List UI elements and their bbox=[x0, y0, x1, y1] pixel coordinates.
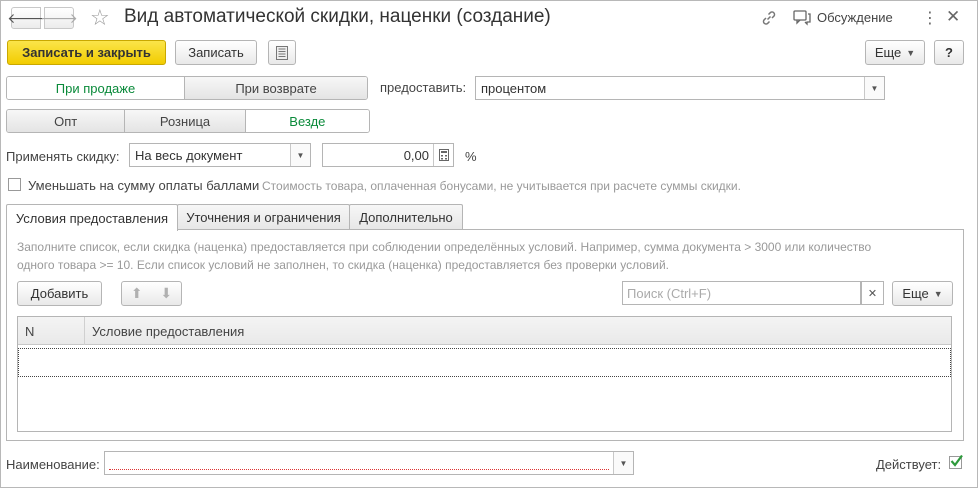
calculator-icon[interactable] bbox=[433, 144, 453, 166]
conditions-table[interactable]: N Условие предоставления bbox=[17, 316, 952, 432]
window-title: Вид автоматической скидки, наценки (созд… bbox=[124, 6, 551, 27]
arrow-right-icon: 🡒 bbox=[40, 9, 78, 26]
conditions-info-line-2: одного товара >= 10. Если список условий… bbox=[17, 258, 669, 272]
forward-button[interactable]: 🡒 bbox=[40, 7, 78, 29]
tab-refinements[interactable]: Уточнения и ограничения bbox=[177, 204, 350, 230]
provide-select[interactable]: процентом ▼ bbox=[475, 76, 885, 100]
apply-discount-select[interactable]: На весь документ ▼ bbox=[129, 143, 311, 167]
favorite-star-icon[interactable]: ☆ bbox=[90, 5, 110, 31]
search-placeholder: Поиск (Ctrl+F) bbox=[627, 285, 712, 301]
link-icon[interactable] bbox=[760, 9, 778, 27]
scope-wholesale[interactable]: Опт bbox=[7, 110, 126, 132]
more-actions-label: Еще bbox=[874, 45, 902, 60]
move-up-icon[interactable]: ⬆ bbox=[131, 285, 143, 302]
table-header: N Условие предоставления bbox=[18, 317, 951, 345]
back-button[interactable]: 🡐 bbox=[7, 7, 45, 29]
move-down-icon[interactable]: ⬇ bbox=[160, 285, 172, 302]
column-header-n[interactable]: N bbox=[18, 317, 85, 345]
document-list-icon bbox=[276, 45, 288, 60]
name-input[interactable]: ▼ bbox=[104, 451, 634, 475]
vertical-ellipsis-icon[interactable]: ⋮ bbox=[922, 8, 938, 28]
move-buttons: ⬆ ⬇ bbox=[121, 281, 182, 306]
provide-value: процентом bbox=[481, 80, 547, 96]
discussion-link[interactable]: Обсуждение bbox=[817, 10, 893, 25]
conditions-more-label: Еще bbox=[902, 286, 929, 301]
help-button[interactable]: ? bbox=[934, 40, 964, 65]
dropdown-arrow-icon[interactable]: ▼ bbox=[864, 77, 884, 99]
table-row[interactable] bbox=[18, 348, 951, 377]
name-label: Наименование: bbox=[6, 457, 100, 472]
tab-additional[interactable]: Дополнительно bbox=[349, 204, 463, 230]
scope-retail[interactable]: Розница bbox=[125, 110, 246, 132]
mode-sale[interactable]: При продаже bbox=[7, 77, 186, 99]
reduce-by-bonus-hint: Стоимость товара, оплаченная бонусами, н… bbox=[262, 179, 741, 193]
checkmark-icon bbox=[950, 454, 963, 467]
conditions-more-button[interactable]: Еще ▼ bbox=[892, 281, 953, 306]
caret-down-icon: ▼ bbox=[933, 288, 943, 299]
close-icon[interactable]: ✕ bbox=[946, 7, 960, 27]
tab-conditions[interactable]: Условия предоставления bbox=[6, 204, 178, 231]
arrow-left-icon: 🡐 bbox=[7, 9, 45, 26]
apply-discount-label: Применять скидку: bbox=[6, 149, 120, 164]
active-label: Действует: bbox=[876, 457, 942, 472]
column-header-condition[interactable]: Условие предоставления bbox=[85, 317, 244, 345]
save-and-close-button[interactable]: Записать и закрыть bbox=[7, 40, 166, 65]
add-condition-button[interactable]: Добавить bbox=[17, 281, 102, 306]
reduce-by-bonus-checkbox[interactable] bbox=[8, 178, 21, 191]
scope-selector: Опт Розница Везде bbox=[6, 109, 370, 133]
search-input[interactable]: Поиск (Ctrl+F) bbox=[622, 281, 861, 305]
discussion-icon[interactable] bbox=[793, 10, 811, 26]
active-checkbox[interactable] bbox=[949, 454, 963, 469]
dropdown-arrow-icon[interactable]: ▼ bbox=[290, 144, 310, 166]
reduce-by-bonus-label[interactable]: Уменьшать на сумму оплаты баллами bbox=[28, 178, 259, 193]
mode-return[interactable]: При возврате bbox=[185, 77, 367, 99]
save-button[interactable]: Записать bbox=[175, 40, 257, 65]
apply-discount-value: На весь документ bbox=[135, 147, 243, 163]
provide-label: предоставить: bbox=[380, 80, 467, 95]
mode-selector: При продаже При возврате bbox=[6, 76, 368, 100]
caret-down-icon: ▼ bbox=[906, 47, 916, 58]
more-actions-button[interactable]: Еще ▼ bbox=[865, 40, 925, 65]
conditions-info-line-1: Заполните список, если скидка (наценка) … bbox=[17, 240, 872, 254]
discount-amount-value: 0,00 bbox=[403, 147, 429, 163]
percent-unit: % bbox=[465, 149, 477, 164]
scope-everywhere[interactable]: Везде bbox=[245, 110, 369, 132]
dropdown-arrow-icon[interactable]: ▼ bbox=[613, 452, 633, 474]
clear-search-icon[interactable]: ✕ bbox=[861, 281, 884, 305]
required-underline bbox=[109, 469, 609, 470]
discount-amount-input[interactable]: 0,00 bbox=[322, 143, 454, 167]
print-document-button[interactable] bbox=[268, 40, 296, 65]
